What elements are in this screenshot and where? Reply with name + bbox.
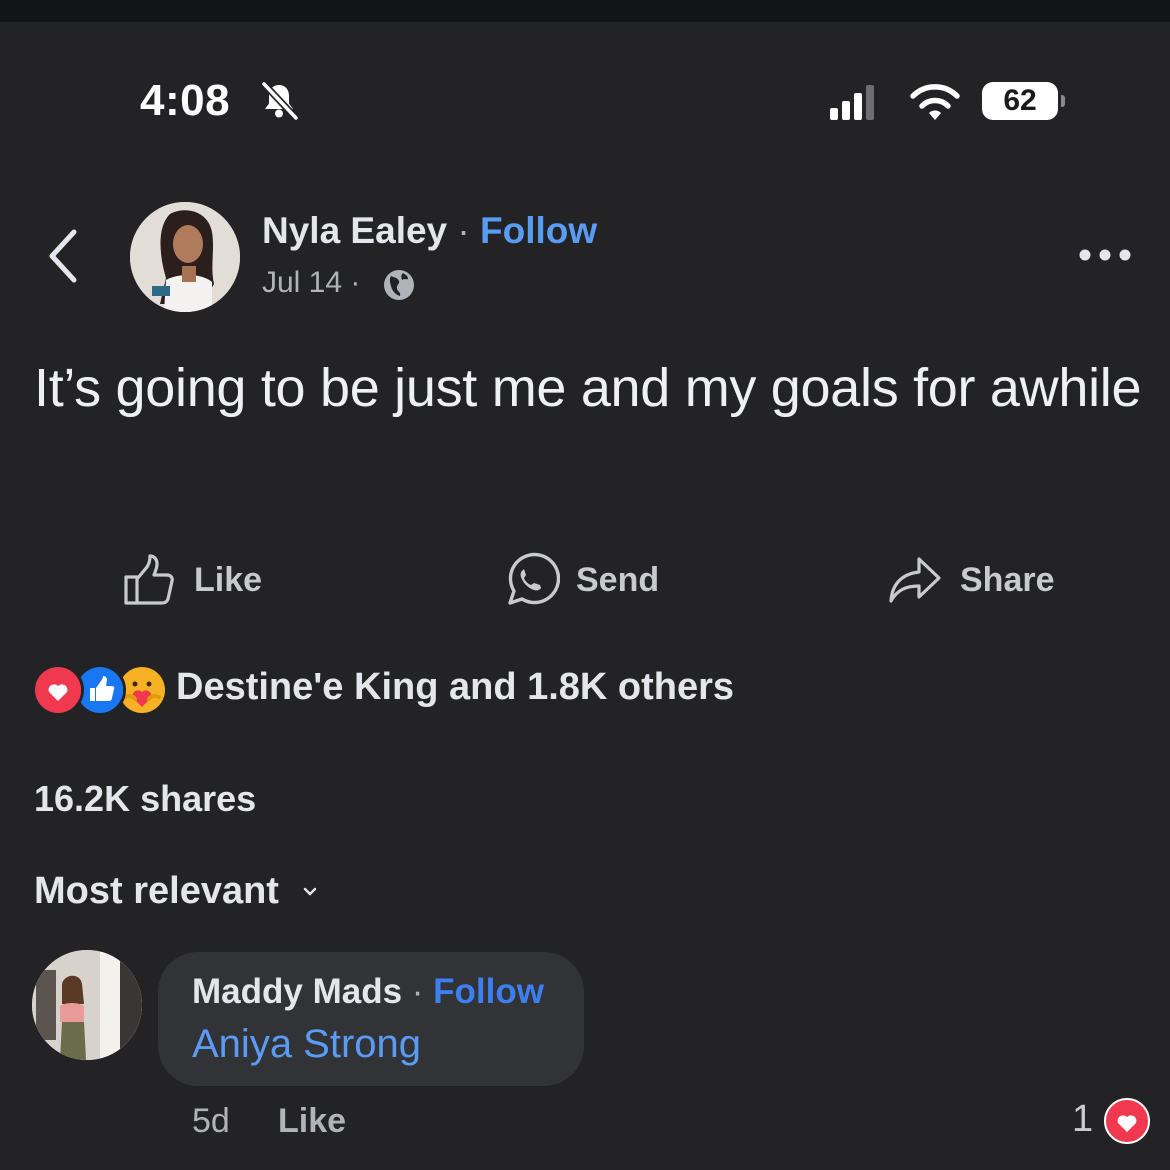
back-chevron-icon[interactable]	[42, 224, 86, 288]
comment-timestamp[interactable]: 5d	[192, 1102, 230, 1141]
cellular-signal-icon	[830, 85, 874, 120]
globe-icon	[384, 270, 414, 300]
commenter-avatar[interactable]	[32, 950, 142, 1060]
comment-author-line: Maddy Mads · Follow	[192, 972, 544, 1012]
share-arrow-icon	[889, 557, 941, 603]
status-time: 4:08	[140, 76, 231, 125]
whatsapp-icon	[508, 552, 560, 605]
author-avatar-image	[130, 202, 240, 312]
commenter-avatar-image	[32, 950, 142, 1060]
author-separator: ·	[457, 210, 470, 251]
top-strip	[0, 0, 1170, 22]
send-button[interactable]: Send	[502, 548, 659, 612]
comment-author-separator: ·	[411, 972, 424, 1011]
love-reaction-icon	[32, 664, 84, 716]
post-author-name[interactable]: Nyla Ealey	[262, 210, 447, 251]
thumbs-up-icon	[124, 554, 174, 605]
love-reaction-icon[interactable]	[1104, 1098, 1150, 1144]
comment-follow-button[interactable]: Follow	[433, 972, 544, 1011]
sort-label: Most relevant	[34, 870, 279, 912]
send-label: Send	[576, 560, 660, 599]
comment-like-button[interactable]: Like	[278, 1102, 346, 1141]
like-label: Like	[194, 560, 263, 599]
like-button[interactable]: Like	[122, 548, 262, 612]
battery-tip	[1061, 95, 1065, 107]
comment-sort-dropdown[interactable]: Most relevant	[34, 870, 317, 913]
follow-button[interactable]: Follow	[480, 210, 597, 251]
author-avatar[interactable]	[130, 202, 240, 312]
post-text: It’s going to be just me and my goals fo…	[34, 358, 1142, 418]
wifi-icon	[910, 84, 960, 120]
share-label: Share	[960, 560, 1055, 599]
post-date[interactable]: Jul 14	[262, 266, 342, 299]
battery-level: 62	[1003, 84, 1037, 117]
meta-separator: ·	[350, 266, 361, 299]
post-meta: Jul 14 ·	[262, 266, 360, 300]
comment-reaction-count[interactable]: 1	[1072, 1098, 1093, 1141]
comment-author-name[interactable]: Maddy Mads	[192, 972, 402, 1011]
post-author-line: Nyla Ealey · Follow	[262, 210, 597, 252]
comment-mention-link[interactable]: Aniya Strong	[192, 1022, 421, 1067]
share-count[interactable]: 16.2K shares	[34, 778, 256, 820]
share-button[interactable]: Share	[886, 548, 1055, 612]
reaction-icons[interactable]	[32, 664, 168, 716]
reaction-summary[interactable]: Destine'e King and 1.8K others	[176, 666, 734, 709]
more-options-icon[interactable]	[1076, 242, 1134, 268]
battery-indicator: 62	[982, 82, 1068, 122]
bell-slash-icon	[261, 81, 299, 121]
chevron-down-icon	[303, 887, 317, 896]
